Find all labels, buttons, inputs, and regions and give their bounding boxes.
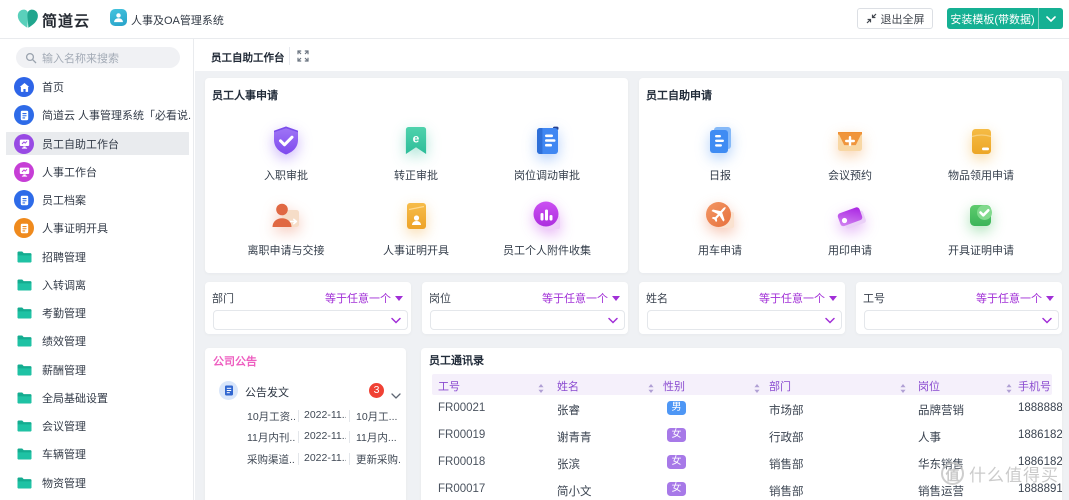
svg-text:e: e [413,132,420,146]
